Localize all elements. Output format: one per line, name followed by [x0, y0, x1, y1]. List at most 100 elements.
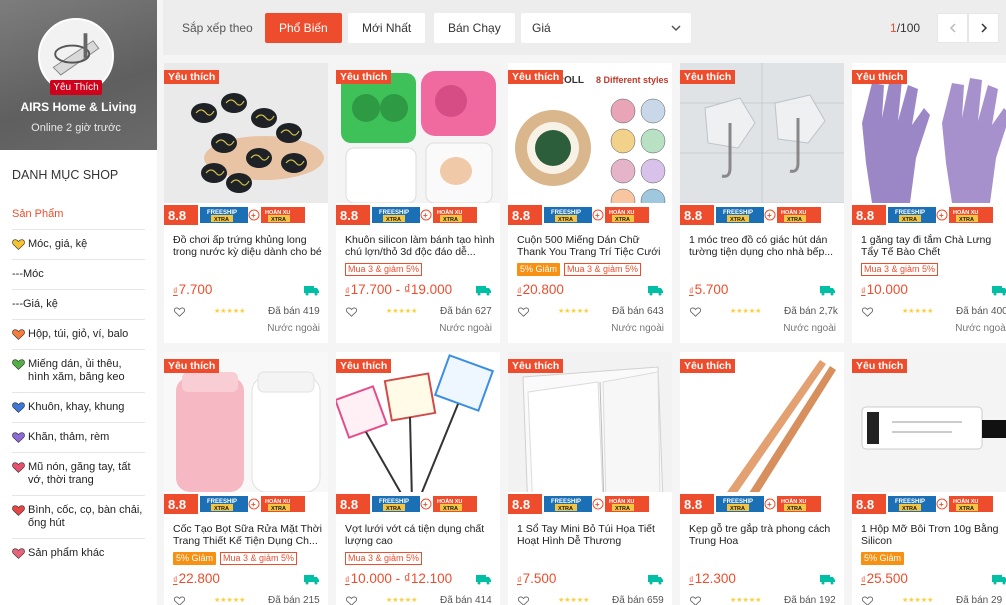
product-card[interactable]: Yêu thích 8.8 FREESHIP XTRA + HOÀN XU XTRA Đồ c… — [164, 63, 328, 343]
price-value: 22.800 — [178, 571, 220, 586]
svg-text:XTRA: XTRA — [787, 217, 802, 223]
product-tags: Mua 3 & giảm 5% — [345, 263, 423, 276]
product-title[interactable]: Cuộn 500 Miếng Dán Chữ Thank You Trang T… — [517, 234, 667, 258]
like-heart-icon[interactable] — [862, 596, 873, 605]
product-title[interactable]: 1 găng tay đi tắm Chà Lưng Tẩy Tế Bào Ch… — [861, 234, 1006, 258]
sort-price-select[interactable]: Giá — [521, 13, 691, 43]
like-heart-icon[interactable] — [690, 596, 701, 605]
like-heart-icon[interactable] — [174, 596, 185, 605]
product-title[interactable]: 1 móc treo đồ có giác hút dán tường tiện… — [689, 234, 839, 258]
svg-text:HOÀN XU: HOÀN XU — [609, 209, 634, 216]
heart-icon — [12, 432, 25, 443]
product-card[interactable]: Yêu thích 8.8 FREESHIP XTRA + HOÀN XU XTRA 1 mó… — [680, 63, 844, 343]
category-item[interactable]: Sản phẩm khác — [12, 539, 145, 568]
like-heart-icon[interactable] — [518, 307, 529, 317]
svg-text:HOÀN XU: HOÀN XU — [781, 498, 806, 505]
rating-stars: ★★★★★ — [214, 597, 246, 604]
category-item[interactable]: ---Móc — [12, 260, 145, 290]
svg-text:XTRA: XTRA — [730, 217, 745, 223]
like-heart-icon[interactable] — [862, 307, 873, 317]
product-title[interactable]: Vợt lưới vớt cá tiện dụng chất lượng cao — [345, 523, 495, 547]
free-shipping-icon — [476, 286, 491, 296]
prev-page-button[interactable] — [937, 13, 968, 43]
product-title[interactable]: 1 Hộp Mỡ Bôi Trơn 10g Bằng Silicon — [861, 523, 1006, 547]
category-item[interactable]: Sản Phẩm — [12, 200, 145, 230]
favorite-tag: Yêu thích — [336, 70, 392, 84]
currency-symbol: ₫ — [173, 286, 178, 296]
product-card[interactable]: Yêu thích 8.8 FREESHIP XTRA + HOÀN XU XTRA Cốc … — [164, 352, 328, 605]
product-card[interactable]: Yêu thích 8.8 FREESHIP XTRA + HOÀN XU XTRA 1 Hộ… — [852, 352, 1006, 605]
product-title[interactable]: Đồ chơi ấp trứng khủng long trong nước k… — [173, 234, 323, 258]
sort-bestseller-button[interactable]: Bán Chạy — [434, 13, 515, 43]
product-title[interactable]: Kẹp gỗ tre gắp trà phong cách Trung Hoa — [689, 523, 839, 547]
category-title: DANH MỤC SHOP — [12, 168, 119, 182]
shop-name[interactable]: AIRS Home & Living — [0, 100, 157, 114]
category-list: Sản Phẩm Móc, giá, kệ ---Móc ---Giá, kệ Hộp,… — [0, 200, 157, 568]
like-heart-icon[interactable] — [690, 307, 701, 317]
category-item[interactable]: ---Giá, kệ — [12, 290, 145, 320]
promo-banner: 8.8 FREESHIP XTRA + HOÀN XU XTRA — [336, 203, 500, 227]
category-item[interactable]: Móc, giá, kệ — [12, 230, 145, 260]
product-title[interactable]: Cốc Tạo Bọt Sữa Rửa Mặt Thời Trang Thiết… — [173, 523, 323, 547]
like-heart-icon[interactable] — [174, 307, 185, 317]
currency-symbol: ₫ — [345, 286, 350, 296]
heart-icon — [12, 329, 25, 340]
svg-text:8 Different styles: 8 Different styles — [596, 75, 669, 85]
svg-text:HOÀN XU: HOÀN XU — [781, 209, 806, 216]
product-price: ₫20.800 — [517, 282, 564, 297]
sort-label: Sắp xếp theo — [182, 21, 253, 35]
like-heart-icon[interactable] — [346, 596, 357, 605]
sold-count: Đã bán 192 — [784, 595, 836, 605]
chevron-down-icon — [671, 25, 681, 32]
svg-text:+: + — [939, 211, 944, 220]
promo-banner: 8.8 FREESHIP XTRA + HOÀN XU XTRA — [164, 492, 328, 516]
svg-text:8.8: 8.8 — [168, 497, 186, 512]
svg-text:XTRA: XTRA — [959, 506, 974, 512]
origin-label: Nước ngoài — [611, 323, 664, 334]
next-page-button[interactable] — [968, 13, 999, 43]
sort-popular-button[interactable]: Phổ Biến — [265, 13, 342, 43]
free-shipping-icon — [304, 575, 319, 585]
svg-text:8.8: 8.8 — [856, 208, 874, 223]
product-card[interactable]: Yêu thích 8.8 FREESHIP XTRA + HOÀN XU XTRA Vợt … — [336, 352, 500, 605]
product-title[interactable]: 1 Sổ Tay Mini Bỏ Túi Họa Tiết Hoạt Hình … — [517, 523, 667, 547]
product-card[interactable]: Yêu thích 8.8 FREESHIP XTRA + HOÀN XU XTRA Khuô… — [336, 63, 500, 343]
product-card[interactable]: Yêu thích 8.8 FREESHIP XTRA + HOÀN XU XTRA 1 gă… — [852, 63, 1006, 343]
category-label: Hộp, túi, giỏ, ví, balo — [28, 328, 129, 340]
svg-text:8.8: 8.8 — [340, 208, 358, 223]
product-title[interactable]: Khuôn silicon làm bánh tạo hình chú lợn/… — [345, 234, 495, 258]
category-item[interactable]: Bình, cốc, cọ, bàn chải, ống hút — [12, 496, 145, 539]
origin-label: Nước ngoài — [955, 323, 1006, 334]
rating-stars: ★★★★★ — [902, 308, 934, 315]
svg-text:XTRA: XTRA — [902, 217, 917, 223]
svg-text:XTRA: XTRA — [787, 506, 802, 512]
svg-text:XTRA: XTRA — [615, 506, 630, 512]
svg-text:+: + — [767, 211, 772, 220]
favorite-tag: Yêu thích — [164, 70, 220, 84]
svg-text:XTRA: XTRA — [558, 506, 573, 512]
like-heart-icon[interactable] — [518, 596, 529, 605]
origin-label: Nước ngoài — [267, 323, 320, 334]
preferred-badge: Yêu Thích — [50, 80, 102, 95]
rating-stars: ★★★★★ — [386, 308, 418, 315]
like-heart-icon[interactable] — [346, 307, 357, 317]
category-item[interactable]: Khăn, thảm, rèm — [12, 423, 145, 453]
category-item[interactable]: Miếng dán, ủi thêu, hình xăm, băng keo — [12, 350, 145, 393]
shop-header[interactable]: Yêu Thích AIRS Home & Living Online 2 gi… — [0, 0, 157, 150]
favorite-tag: Yêu thích — [164, 359, 220, 373]
favorite-tag: Yêu thích — [680, 359, 736, 373]
free-shipping-icon — [820, 286, 835, 296]
favorite-tag: Yêu thích — [336, 359, 392, 373]
bundle-deal-tag: Mua 3 & giảm 5% — [345, 552, 423, 565]
favorite-tag: Yêu thích — [508, 70, 564, 84]
product-card[interactable]: 500 PCS/ROLL8 Different stylesYêu thích8… — [508, 63, 672, 343]
category-item[interactable]: Khuôn, khay, khung — [12, 393, 145, 423]
product-price: ₫17.700 - ₫19.000 — [345, 282, 452, 297]
bundle-deal-tag: Mua 3 & giảm 5% — [220, 552, 298, 565]
sort-newest-button[interactable]: Mới Nhất — [348, 13, 426, 43]
product-card[interactable]: Yêu thích 8.8 FREESHIP XTRA + HOÀN XU XTRA Kẹp … — [680, 352, 844, 605]
product-card[interactable]: Yêu thích 8.8 FREESHIP XTRA + HOÀN XU XTRA 1 Sổ… — [508, 352, 672, 605]
category-item[interactable]: Hộp, túi, giỏ, ví, balo — [12, 320, 145, 350]
svg-text:XTRA: XTRA — [730, 506, 745, 512]
category-item[interactable]: Mũ nón, găng tay, tất vớ, thời trang — [12, 453, 145, 496]
